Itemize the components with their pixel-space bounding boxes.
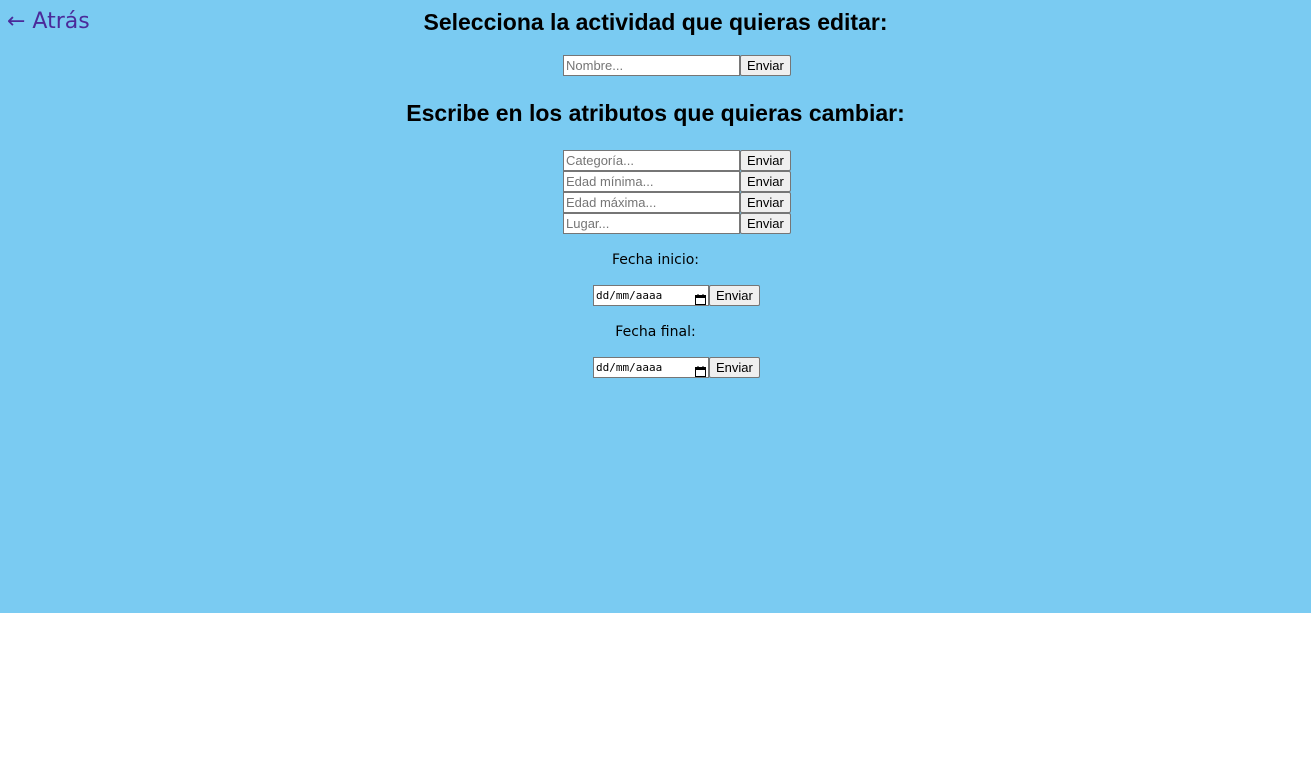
start-date-input[interactable]: dd/mm/aaaa <box>593 285 709 306</box>
min-age-input[interactable] <box>563 171 740 192</box>
category-send-button[interactable]: Enviar <box>740 150 791 171</box>
max-age-input[interactable] <box>563 192 740 213</box>
start-date-send-button[interactable]: Enviar <box>709 285 760 306</box>
place-input[interactable] <box>563 213 740 234</box>
activity-name-row: Enviar <box>563 55 791 76</box>
place-send-button[interactable]: Enviar <box>740 213 791 234</box>
start-date-value: dd/mm/aaaa <box>596 289 663 302</box>
start-date-row: dd/mm/aaaa Enviar <box>593 285 760 306</box>
calendar-icon[interactable] <box>695 290 706 305</box>
end-date-value: dd/mm/aaaa <box>596 361 663 374</box>
end-date-send-button[interactable]: Enviar <box>709 357 760 378</box>
activity-name-send-button[interactable]: Enviar <box>740 55 791 76</box>
category-row: Enviar <box>563 150 791 171</box>
category-input[interactable] <box>563 150 740 171</box>
end-date-row: dd/mm/aaaa Enviar <box>593 357 760 378</box>
max-age-row: Enviar <box>563 192 791 213</box>
select-activity-heading: Selecciona la actividad que quieras edit… <box>423 9 888 35</box>
max-age-send-button[interactable]: Enviar <box>740 192 791 213</box>
place-row: Enviar <box>563 213 791 234</box>
calendar-icon[interactable] <box>695 362 706 377</box>
end-date-label: Fecha final: <box>615 324 696 340</box>
edit-attributes-heading: Escribe en los atributos que quieras cam… <box>406 100 905 126</box>
end-date-input[interactable]: dd/mm/aaaa <box>593 357 709 378</box>
min-age-send-button[interactable]: Enviar <box>740 171 791 192</box>
activity-name-input[interactable] <box>563 55 740 76</box>
page-panel: ← Atrás Selecciona la actividad que quie… <box>0 0 1311 613</box>
min-age-row: Enviar <box>563 171 791 192</box>
start-date-label: Fecha inicio: <box>611 252 700 268</box>
